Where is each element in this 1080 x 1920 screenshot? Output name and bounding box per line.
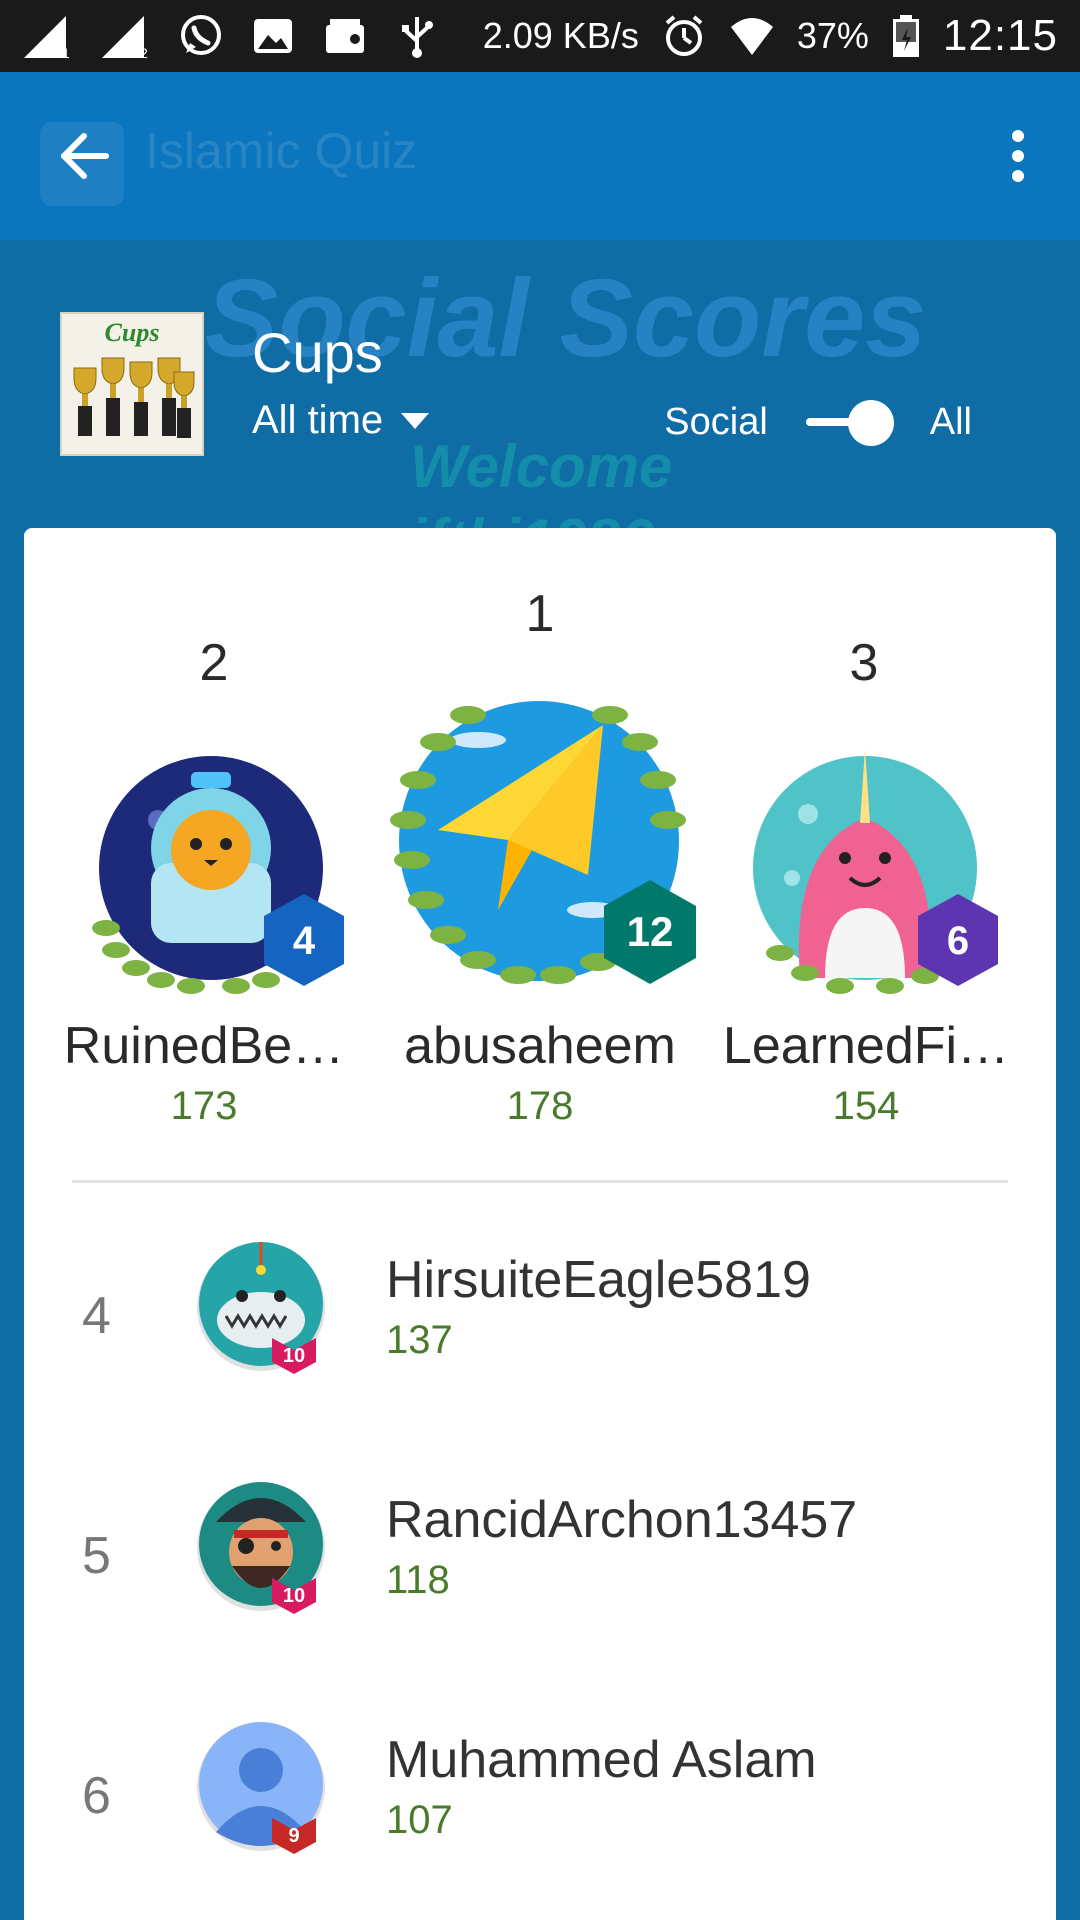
podium-rank-1: 1 xyxy=(525,585,555,643)
podium-score-3: 154 xyxy=(832,1084,900,1128)
podium-level-badge-3: 6 xyxy=(916,892,1000,988)
svg-text:1: 1 xyxy=(62,45,70,60)
podium-name-2: RuinedBe… xyxy=(63,1017,345,1075)
app-title-ghost: Islamic Quiz xyxy=(145,123,418,179)
time-period-dropdown[interactable]: All time xyxy=(252,398,430,443)
list-item-score: 107 xyxy=(386,1798,453,1842)
leaderboard-header: Cups Cups All time Social All xyxy=(0,310,1080,470)
social-all-switch[interactable] xyxy=(805,398,894,446)
list-item-name: Muhammed Aslam xyxy=(386,1731,817,1789)
switch-knob xyxy=(847,400,894,446)
app-bar: Islamic Quiz xyxy=(0,72,1080,240)
whatsapp-icon xyxy=(178,13,224,59)
list-item[interactable]: 5 10 RancidArchon13457 118 xyxy=(24,1448,1056,1648)
podium-level-badge-2: 4 xyxy=(262,892,346,988)
thumbnail-label: Cups xyxy=(104,318,160,347)
wifi-icon xyxy=(729,13,775,59)
battery-icon xyxy=(891,13,921,59)
podium-score-2: 173 xyxy=(170,1084,238,1128)
more-vert-icon xyxy=(1012,130,1024,182)
shark-avatar-icon: 10 xyxy=(194,1240,328,1374)
pirate-avatar-icon: 10 xyxy=(194,1480,328,1614)
clock: 12:15 xyxy=(942,11,1058,60)
svg-text:4: 4 xyxy=(293,919,316,963)
leaderboard-card: 2 4 RuinedBe… 173 1 12 abusaheem 178 3 6… xyxy=(24,528,1056,1920)
list-item[interactable]: 6 9 Muhammed Aslam 107 xyxy=(24,1688,1056,1888)
svg-text:2: 2 xyxy=(140,45,148,60)
overflow-menu-button[interactable] xyxy=(986,124,1050,188)
status-bar: 1 2 2.09 KB/s 37% 12:15 xyxy=(0,0,1080,72)
signal-sim1-icon: 1 xyxy=(22,12,74,61)
podium-name-1: abusaheem xyxy=(404,1017,676,1075)
battery-percent: 37% xyxy=(796,15,869,56)
leaderboard-title: Cups xyxy=(252,321,383,384)
usb-icon xyxy=(394,13,440,59)
arrow-left-icon xyxy=(61,133,109,179)
podium-rank-2: 2 xyxy=(199,634,229,692)
toggle-label-all: All xyxy=(929,400,972,443)
podium: 2 4 RuinedBe… 173 1 12 abusaheem 178 3 6… xyxy=(24,528,1056,1148)
svg-text:6: 6 xyxy=(947,919,969,963)
time-period-label: All time xyxy=(252,398,384,442)
dropdown-arrow-icon xyxy=(401,412,430,429)
svg-text:10: 10 xyxy=(283,1585,305,1607)
list-item-name: RancidArchon13457 xyxy=(386,1491,858,1549)
alarm-icon xyxy=(661,13,707,59)
podium-name-3: LearnedFi… xyxy=(722,1017,1010,1075)
list-item-score: 137 xyxy=(386,1318,453,1362)
list-item[interactable]: 4 10 HirsuiteEagle5819 137 xyxy=(24,1208,1056,1408)
trophies-icon xyxy=(73,357,195,438)
podium-rank-3: 3 xyxy=(849,634,879,692)
list-item-rank: 5 xyxy=(82,1527,111,1585)
network-speed: 2.09 KB/s xyxy=(482,15,639,56)
podium-level-badge-1: 12 xyxy=(602,878,698,986)
back-button[interactable] xyxy=(52,124,116,188)
signal-sim2-icon: 2 xyxy=(100,12,152,61)
social-all-toggle-group: Social All xyxy=(664,398,972,446)
list-item-score: 118 xyxy=(386,1558,450,1602)
default-person-avatar-icon: 9 xyxy=(194,1720,328,1854)
list-item-rank: 4 xyxy=(82,1287,111,1345)
list-item-rank: 6 xyxy=(82,1767,111,1825)
podium-score-1: 178 xyxy=(506,1084,574,1128)
gallery-icon xyxy=(250,13,296,59)
svg-text:10: 10 xyxy=(283,1345,305,1367)
leaderboard-thumbnail: Cups xyxy=(60,312,204,456)
svg-text:12: 12 xyxy=(627,908,674,955)
toggle-label-social: Social xyxy=(664,400,768,443)
wallet-icon xyxy=(322,13,368,59)
list-item-name: HirsuiteEagle5819 xyxy=(386,1251,811,1309)
podium-divider xyxy=(72,1180,1008,1183)
svg-text:9: 9 xyxy=(288,1825,299,1847)
